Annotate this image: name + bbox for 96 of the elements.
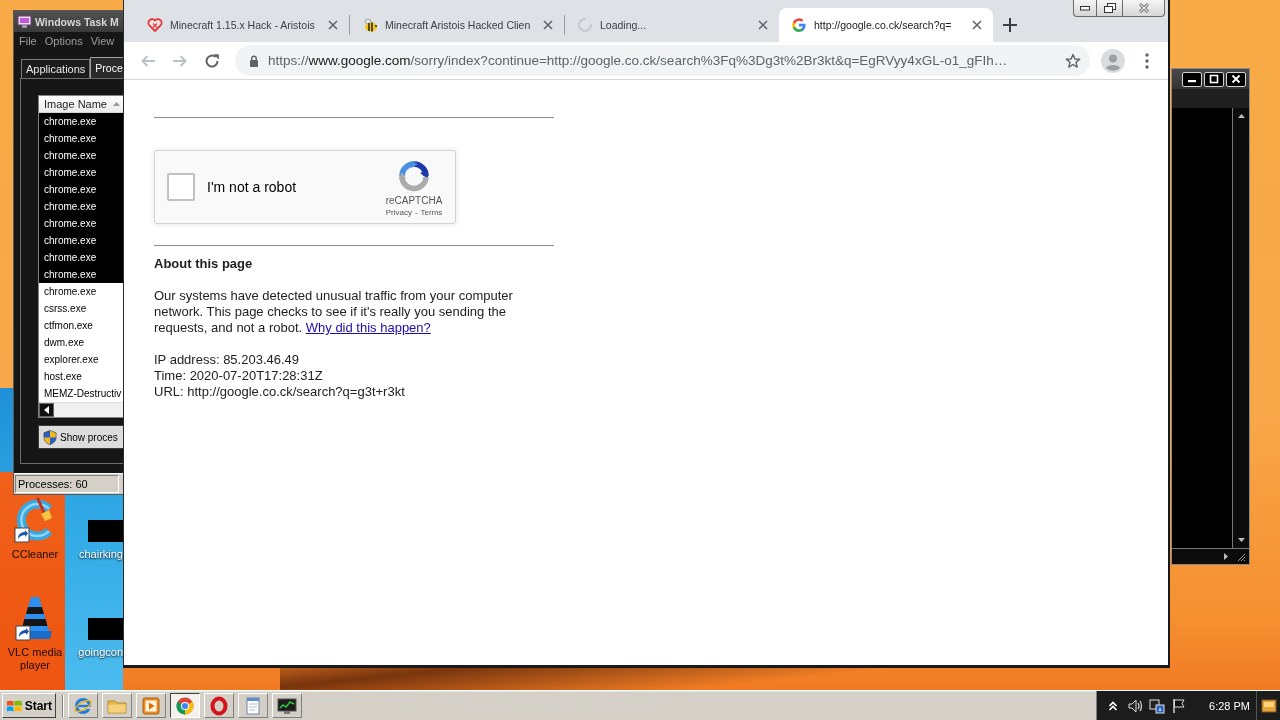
close-icon [1137, 3, 1150, 13]
resize-grip-icon[interactable] [1236, 551, 1246, 562]
close-icon[interactable] [328, 20, 338, 30]
checkbox[interactable] [167, 173, 195, 201]
close-icon[interactable] [758, 20, 768, 30]
dark-tile-icon[interactable] [88, 520, 123, 542]
list-row[interactable]: chrome.exe [39, 181, 123, 198]
clock[interactable]: 6:28 PM [1209, 699, 1250, 712]
caret-up-icon[interactable] [1237, 114, 1245, 118]
minimize-icon [1080, 5, 1090, 11]
show-processes-button[interactable]: Show proces [38, 425, 123, 449]
tab[interactable]: Applications [21, 59, 91, 78]
desktop-icon-label[interactable]: CCleaner [11, 548, 59, 561]
g-logo-icon [791, 17, 807, 33]
list-row[interactable]: chrome.exe [39, 266, 123, 283]
list-row[interactable]: chrome.exe [39, 215, 123, 232]
info-line: Time: 2020-07-20T17:28:31Z [154, 368, 324, 384]
scroll-left-button[interactable] [39, 403, 54, 417]
menu-icon[interactable] [1145, 52, 1149, 69]
star-icon[interactable] [1065, 52, 1081, 69]
info-line: URL: http://google.co.ck/search?q=g3t+r3kt [154, 384, 406, 400]
start-button[interactable]: Start [2, 693, 56, 718]
minimize-button[interactable] [1073, 0, 1097, 17]
lock-icon [249, 54, 259, 67]
list-row[interactable]: ctfmon.exe [39, 317, 123, 334]
scrollbar[interactable] [1232, 108, 1249, 548]
list-row[interactable]: chrome.exe [39, 249, 123, 266]
menu-item[interactable]: File [19, 34, 37, 47]
taskbar-button[interactable] [170, 693, 200, 718]
list-row[interactable]: csrss.exe [39, 300, 123, 317]
menu-item[interactable]: Options [44, 34, 83, 47]
o-ring-icon [209, 695, 229, 716]
list-row[interactable]: chrome.exe [39, 147, 123, 164]
shield-icon [43, 429, 57, 445]
list-row[interactable]: chrome.exe [39, 232, 123, 249]
list-row[interactable]: chrome.exe [39, 198, 123, 215]
flag-icon[interactable] [1171, 697, 1188, 714]
list-row[interactable]: chrome.exe [39, 283, 123, 300]
caret-left-icon [44, 406, 49, 414]
tab[interactable]: Loading... [565, 8, 779, 42]
brand-name: reCAPTCHA [385, 195, 443, 206]
column-header[interactable]: Image Name [39, 96, 123, 113]
checkbox-label: I'm not a robot [207, 179, 298, 195]
close-icon [1231, 74, 1241, 84]
e-logo-icon [73, 695, 93, 716]
list-row[interactable]: chrome.exe [39, 113, 123, 130]
paragraph: Our systems have detected unusual traffic from your computer network. This page checks to see if it's really you sending the requests, and not a robot. Why did this happen? [154, 288, 514, 336]
caret-down-icon[interactable] [1237, 538, 1245, 542]
speaker-icon[interactable] [1127, 697, 1144, 714]
list-row[interactable]: explorer.exe [39, 351, 123, 368]
sort-arrow-icon [113, 102, 120, 106]
list-row[interactable]: dwm.exe [39, 334, 123, 351]
caret-right-icon[interactable] [1224, 553, 1228, 560]
terms-link[interactable]: Terms [420, 208, 443, 218]
reload-icon [204, 52, 220, 69]
spinner-icon [577, 17, 593, 33]
tab[interactable]: http://google.co.ck/search?q= [779, 8, 993, 42]
help-link[interactable]: Why did this happen? [305, 320, 431, 335]
list-row[interactable]: MEMZ-Destructiv [39, 385, 123, 402]
restore-button[interactable] [1097, 0, 1123, 17]
separator-text: - [414, 208, 418, 218]
desktop-icon [1260, 698, 1277, 713]
close-icon[interactable] [972, 20, 982, 30]
monitor-graph-icon [277, 695, 297, 716]
list-row[interactable]: chrome.exe [39, 164, 123, 181]
desktop-icon-label[interactable]: VLC media player [2, 646, 68, 672]
dark-tile-icon[interactable] [88, 618, 123, 640]
close-icon[interactable] [543, 20, 553, 30]
traffic-cone-icon[interactable] [15, 595, 55, 641]
menu-item[interactable]: View [90, 34, 115, 47]
section-heading: About this page [154, 256, 254, 272]
profile-avatar-icon[interactable] [1101, 48, 1125, 73]
tab[interactable]: Minecraft 1.15.x Hack - Aristois [135, 8, 349, 42]
recaptcha-arrows-icon [398, 160, 430, 192]
list-row[interactable]: host.exe [39, 368, 123, 385]
show-desktop-button[interactable] [1256, 691, 1280, 720]
address-bar[interactable]: https://www.google.com/sorry/index?continue=http://google.co.ck/search%3Fq%3Dg3t%2Br3kt&q=EgRVyy4xGL-o1_gFIh… [235, 45, 1090, 76]
url-text: https://www.google.com/sorry/index?continue=http://google.co.ck/search%3Fq%3Dg3t%2Br3kt&q=EgRVyy4xGL-o1_gFIh… [268, 53, 1009, 68]
notepad-icon [243, 695, 263, 716]
privacy-link[interactable]: Privacy [385, 208, 412, 218]
info-line: IP address: 85.203.46.49 [154, 352, 301, 368]
plus-icon [1003, 18, 1017, 32]
heart-icon [147, 17, 163, 33]
ring-logo-icon [175, 695, 195, 716]
maximize-icon [1209, 74, 1219, 84]
window-icon [17, 14, 32, 29]
list-row[interactable]: chrome.exe [39, 130, 123, 147]
process-count: Processes: 60 [15, 475, 119, 493]
scrollbar[interactable] [1172, 548, 1249, 564]
bee-icon [362, 17, 378, 33]
maximize-button[interactable] [1204, 71, 1224, 87]
play-icon [141, 695, 161, 716]
tab[interactable]: Minecraft Aristois Hacked Clien [350, 8, 564, 42]
restore-icon [1103, 3, 1116, 13]
network-icon[interactable] [1149, 697, 1166, 714]
window-title: Windows Task M [35, 15, 119, 28]
